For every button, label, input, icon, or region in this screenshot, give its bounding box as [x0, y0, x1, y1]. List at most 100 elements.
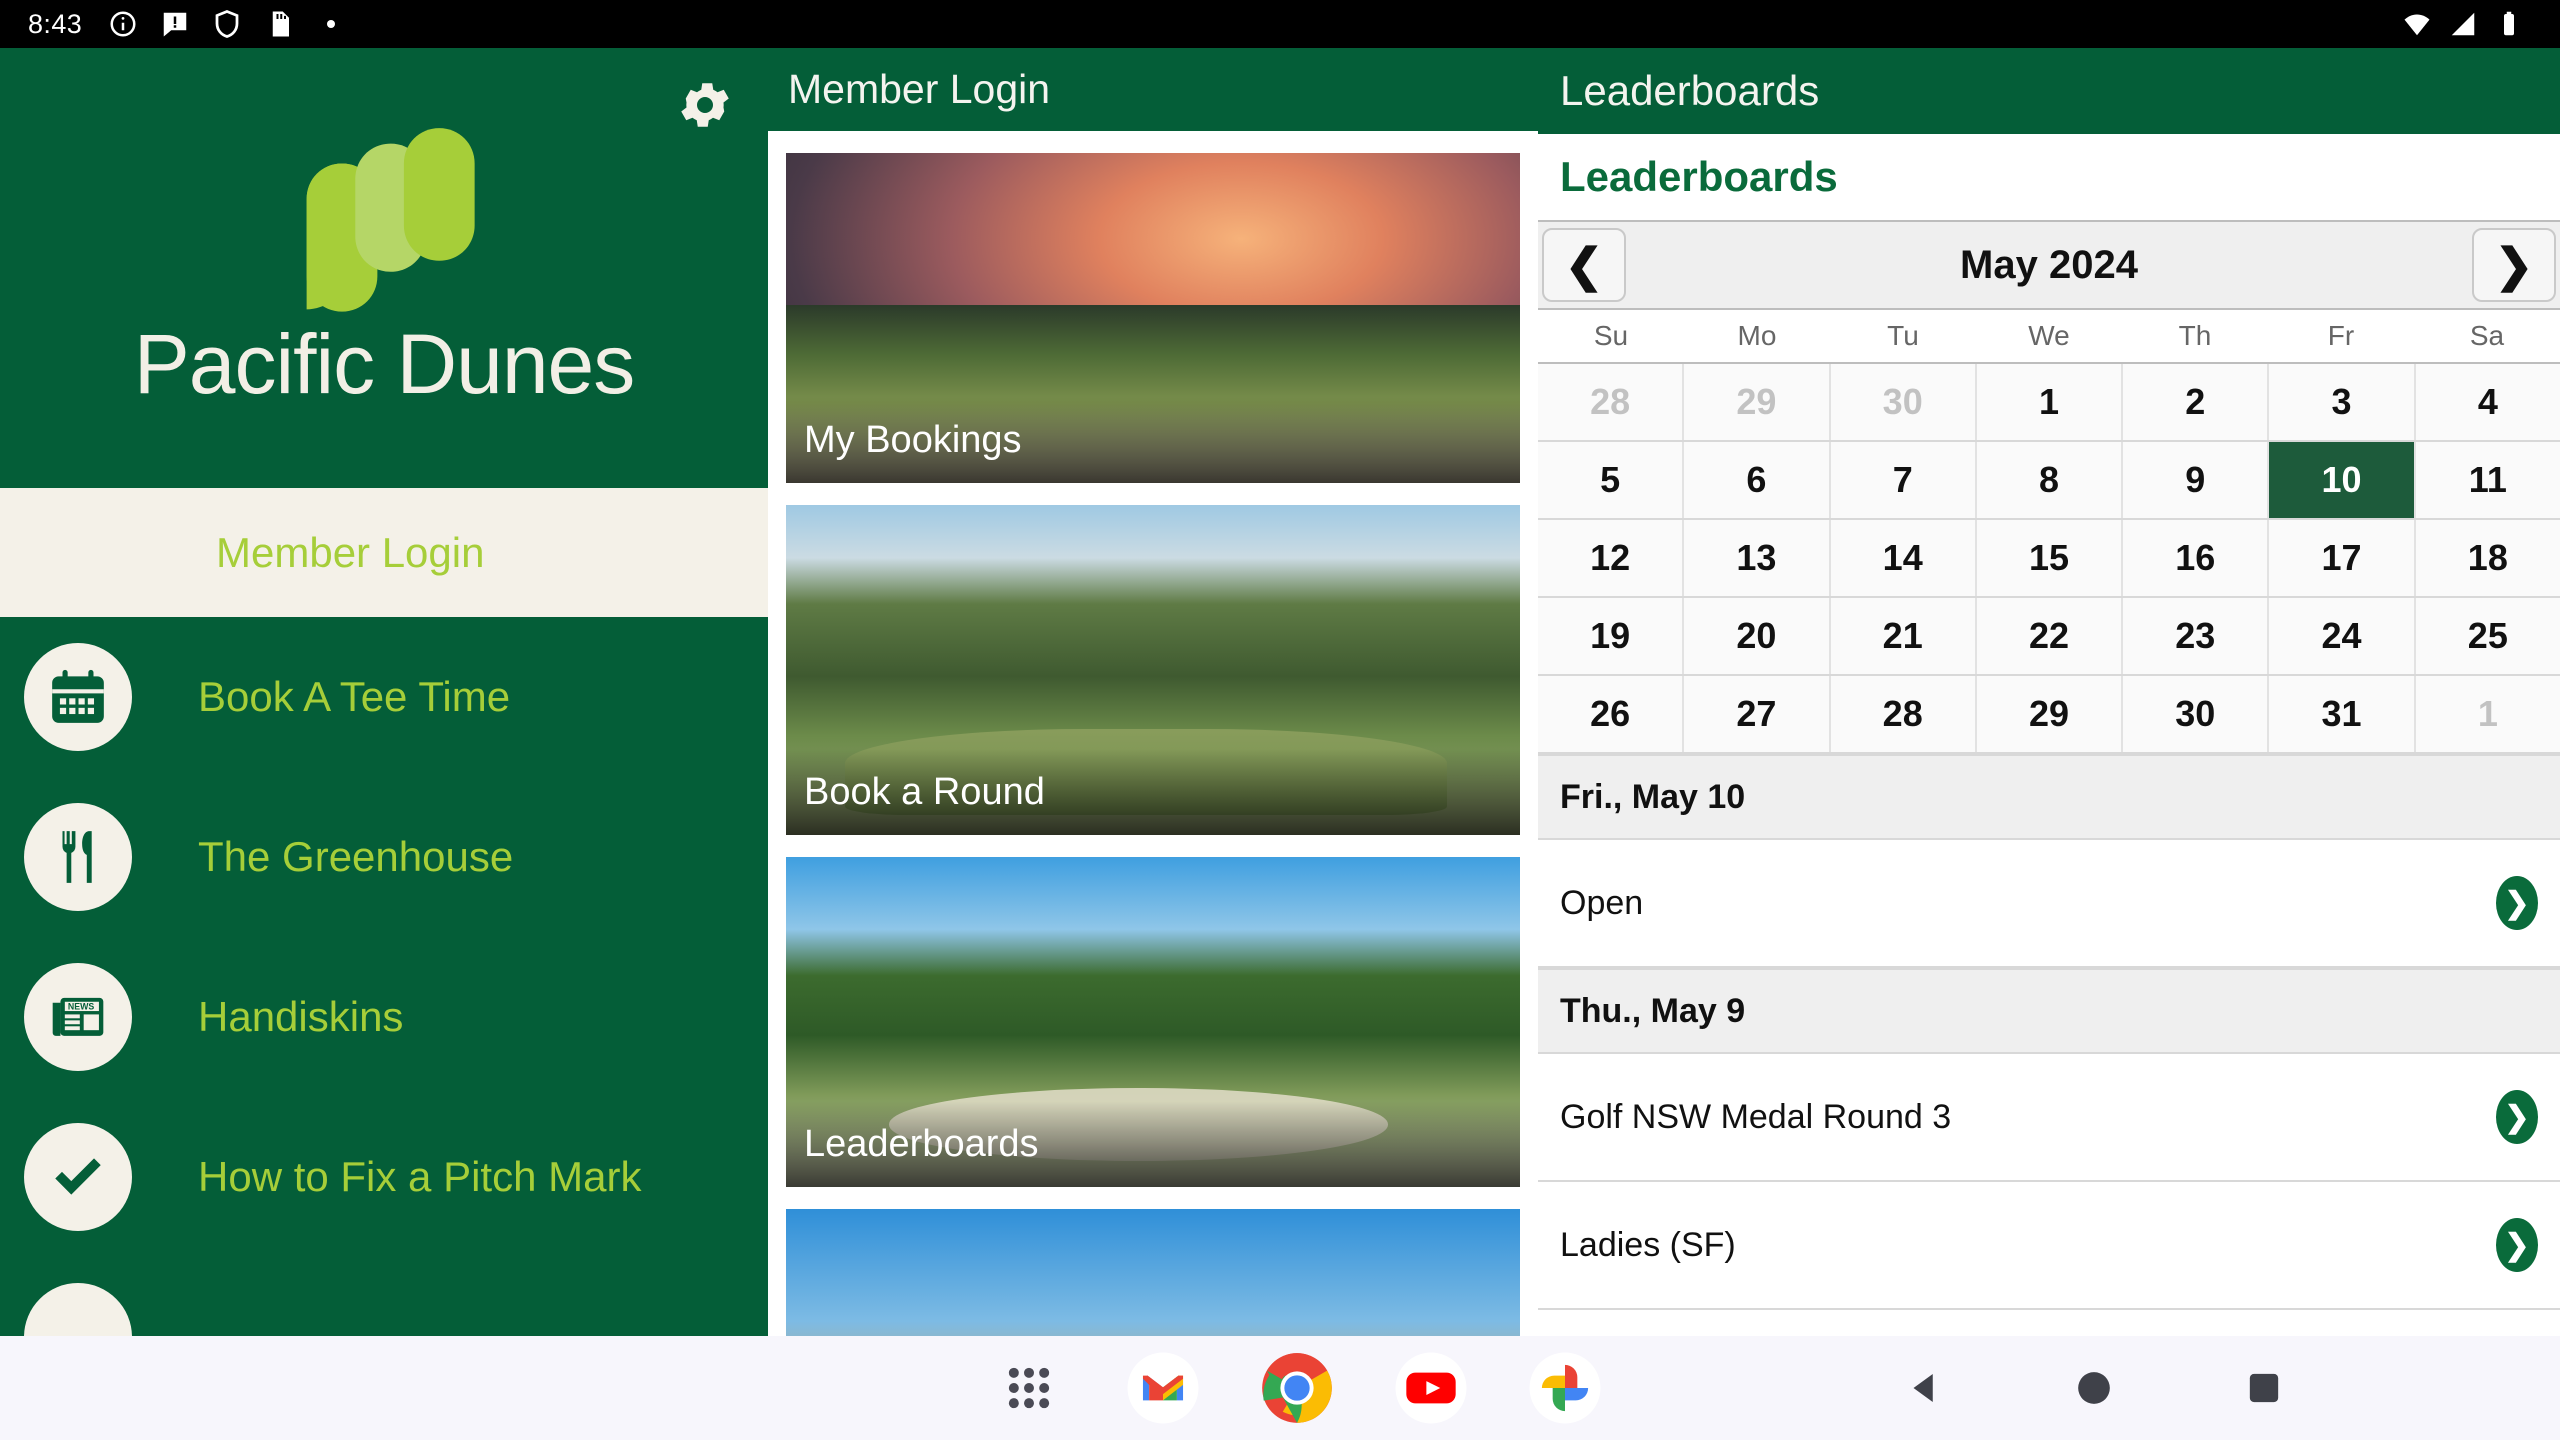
calendar-day[interactable]: 24	[2269, 598, 2416, 674]
calendar-day[interactable]: 1	[2415, 676, 2560, 752]
card-my-bookings[interactable]: My Bookings	[786, 153, 1520, 483]
home-button[interactable]	[2064, 1358, 2124, 1418]
calendar-day[interactable]: 29	[1976, 676, 2124, 752]
status-bar-notification-icons	[108, 9, 346, 39]
calendar-day[interactable]: 15	[1976, 520, 2124, 596]
golf-course-fairway-sky-image	[786, 1209, 1520, 1336]
calendar-day[interactable]: 28	[1830, 676, 1977, 752]
calendar-day[interactable]: 1	[1976, 364, 2124, 440]
system-navigation-bar	[0, 1336, 2560, 1440]
cellular-signal-icon	[2448, 9, 2478, 39]
calendar-day[interactable]: 26	[1538, 676, 1685, 752]
info-icon	[108, 9, 138, 39]
calendar-day[interactable]: 8	[1976, 442, 2124, 518]
calendar-day[interactable]: 27	[1684, 676, 1831, 752]
sidebar-item-the-greenhouse[interactable]: The Greenhouse	[0, 777, 768, 937]
calendar-day[interactable]: 21	[1830, 598, 1977, 674]
calendar-day[interactable]: 5	[1538, 442, 1685, 518]
back-button[interactable]	[1894, 1358, 1954, 1418]
sidebar-item-partial[interactable]	[0, 1257, 768, 1336]
right-panel-header-title: Leaderboards	[1560, 67, 1820, 114]
right-panel-header: Leaderboards	[1538, 48, 2560, 134]
chrome-icon[interactable]	[1258, 1349, 1336, 1427]
calendar-day[interactable]: 17	[2269, 520, 2416, 596]
day-header: Sa	[2469, 320, 2505, 351]
event-row[interactable]: Ladies (SF) ❯	[1538, 1182, 2560, 1310]
middle-panel-title: Member Login	[788, 66, 1051, 112]
sidebar-item-label: The Greenhouse	[198, 833, 514, 880]
event-name: Open	[1560, 883, 1644, 922]
middle-panel: Member Login My Bookings Book a Round Le…	[768, 48, 1538, 1336]
calendar-day[interactable]: 4	[2415, 364, 2560, 440]
sd-card-icon	[264, 9, 294, 39]
sidebar-item-how-to-fix-a-pitch-mark[interactable]: How to Fix a Pitch Mark	[0, 1097, 768, 1257]
event-name: Golf NSW Medal Round 3	[1560, 1097, 1952, 1136]
calendar-day[interactable]: 28	[1538, 364, 1685, 440]
calendar-day[interactable]: 7	[1830, 442, 1977, 518]
message-alert-icon	[160, 9, 190, 39]
card-leaderboards[interactable]: Leaderboards	[786, 857, 1520, 1187]
calendar-day[interactable]: 13	[1684, 520, 1831, 596]
calendar-day[interactable]: 9	[2123, 442, 2270, 518]
battery-icon	[2494, 9, 2524, 39]
calendar-day[interactable]: 20	[1684, 598, 1831, 674]
day-header: Tu	[1887, 320, 1919, 351]
day-header: We	[2028, 320, 2070, 351]
calendar-day[interactable]: 23	[2123, 598, 2270, 674]
status-bar: 8:43	[0, 0, 2560, 48]
app-drawer-icon[interactable]	[990, 1349, 1068, 1427]
sidebar-item-book-a-tee-time[interactable]: Book A Tee Time	[0, 617, 768, 777]
sidebar-item-handiskins[interactable]: NEWS Handiskins	[0, 937, 768, 1097]
calendar-day[interactable]: 22	[1976, 598, 2124, 674]
chevron-right-icon[interactable]: ❯	[2496, 1218, 2538, 1272]
calendar-day[interactable]: 12	[1538, 520, 1685, 596]
calendar-day[interactable]: 19	[1538, 598, 1685, 674]
calendar-icon	[24, 643, 132, 751]
calendar-day[interactable]: 2	[2123, 364, 2270, 440]
calendar-day[interactable]: 3	[2269, 364, 2416, 440]
calendar-day[interactable]: 25	[2415, 598, 2560, 674]
check-circle-icon	[24, 1123, 132, 1231]
calendar-week-row: 26 27 28 29 30 31 1	[1538, 676, 2560, 754]
calendar-day[interactable]: 16	[2123, 520, 2270, 596]
chevron-right-icon[interactable]: ❯	[2496, 1090, 2538, 1144]
calendar-day[interactable]: 31	[2269, 676, 2416, 752]
calendar-week-row: 28 29 30 1 2 3 4	[1538, 364, 2560, 442]
calendar-day[interactable]: 11	[2415, 442, 2560, 518]
system-keys	[1894, 1358, 2294, 1418]
youtube-icon[interactable]	[1392, 1349, 1470, 1427]
calendar-day-headers: Su Mo Tu We Th Fr Sa	[1538, 310, 2560, 362]
calendar-week-row: 19 20 21 22 23 24 25	[1538, 598, 2560, 676]
card-partial[interactable]	[786, 1209, 1520, 1336]
svg-text:NEWS: NEWS	[68, 1001, 94, 1011]
middle-panel-header: Member Login	[768, 48, 1538, 131]
day-header: Su	[1593, 320, 1629, 351]
page-title: Pacific Dunes	[133, 317, 636, 411]
calendar-day[interactable]: 30	[2123, 676, 2270, 752]
recents-button[interactable]	[2234, 1358, 2294, 1418]
calendar-day[interactable]: 18	[2415, 520, 2560, 596]
gmail-icon[interactable]	[1124, 1349, 1202, 1427]
calendar-week-row: 5 6 7 8 9 10 11	[1538, 442, 2560, 520]
card-label: Book a Round	[786, 749, 1520, 835]
calendar-day[interactable]: 6	[1684, 442, 1831, 518]
card-book-a-round[interactable]: Book a Round	[786, 505, 1520, 835]
calendar-day[interactable]: 30	[1830, 364, 1977, 440]
app-body: Pacific Dunes Member Login Book A Tee Ti…	[0, 48, 2560, 1336]
card-label: Leaderboards	[786, 1101, 1520, 1187]
circle-icon	[24, 1283, 132, 1336]
day-header: Fr	[2327, 320, 2355, 351]
wifi-icon	[2402, 9, 2432, 39]
calendar-day[interactable]: 14	[1830, 520, 1977, 596]
event-row[interactable]: Golf NSW Medal Round 3 ❯	[1538, 1054, 2560, 1182]
sidebar-item-label: Handiskins	[198, 993, 404, 1040]
calendar-day-selected[interactable]: 10	[2269, 442, 2416, 518]
event-row[interactable]: Open ❯	[1538, 840, 2560, 968]
chevron-right-icon[interactable]: ❯	[2496, 876, 2538, 930]
google-photos-icon[interactable]	[1526, 1349, 1604, 1427]
sidebar-item-member-login[interactable]: Member Login	[0, 488, 768, 617]
dot-icon	[316, 9, 346, 39]
calendar-grid: 28 29 30 1 2 3 4 5 6 7 8 9 10 11 12 13 14 15 16 17 18 19 20 21 2…	[1538, 362, 2560, 754]
calendar-day[interactable]: 29	[1684, 364, 1831, 440]
app-dock	[990, 1349, 1604, 1427]
